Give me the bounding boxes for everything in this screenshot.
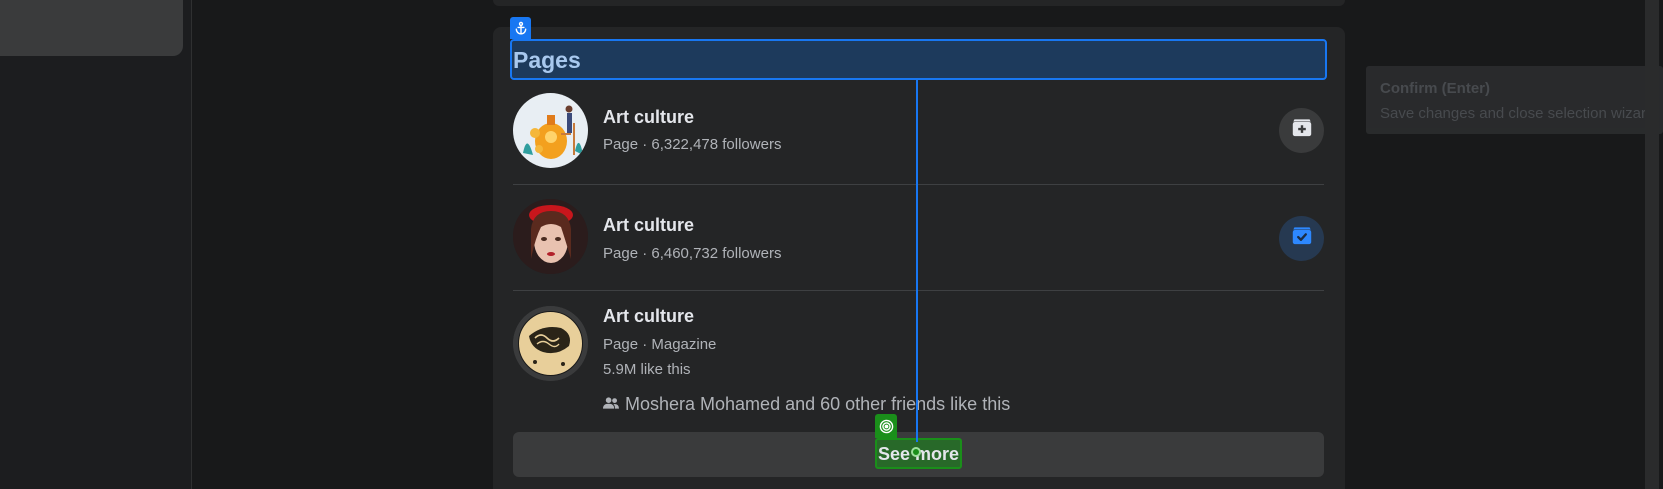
tooltip-title: Confirm (Enter) <box>1380 80 1490 97</box>
page-likes: 5.9M like this <box>603 361 691 378</box>
page-name[interactable]: Art culture <box>603 306 694 327</box>
tooltip-description: Save changes and close selection wizard. <box>1380 105 1659 122</box>
followed-check-icon <box>1289 223 1315 254</box>
follow-plus-icon <box>1289 115 1315 146</box>
list-item[interactable]: Art culture Page · 6,460,732 followers <box>513 199 1324 274</box>
target-icon <box>875 414 897 438</box>
connector-endpoint <box>911 447 921 457</box>
page-meta: Page · Magazine <box>603 336 717 353</box>
page-meta: Page · 6,460,732 followers <box>603 245 782 262</box>
mutual-friends-text: Moshera Mohamed and 60 other friends lik… <box>625 394 1011 414</box>
confirm-tooltip: Confirm (Enter) Save changes and close s… <box>1366 66 1663 134</box>
page-name[interactable]: Art culture <box>603 215 694 236</box>
divider <box>513 290 1324 291</box>
following-button[interactable] <box>1279 216 1324 261</box>
section-title: Pages <box>513 47 581 73</box>
page-avatar[interactable] <box>513 199 588 274</box>
selection-anchor-highlight[interactable] <box>510 39 1327 80</box>
page-meta: Page · 6,322,478 followers <box>603 136 782 153</box>
list-item[interactable]: Art culture Page · 6,322,478 followers <box>513 93 1324 168</box>
left-sidebar-card[interactable] <box>0 0 183 56</box>
page-avatar[interactable] <box>513 306 588 381</box>
divider <box>513 184 1324 185</box>
follow-button[interactable] <box>1279 108 1324 153</box>
mutual-friends: Moshera Mohamed and 60 other friends lik… <box>603 394 1010 415</box>
scrollbar[interactable] <box>1645 0 1659 489</box>
page-avatar[interactable] <box>513 93 588 168</box>
page-name[interactable]: Art culture <box>603 107 694 128</box>
selection-connector-line <box>916 80 918 442</box>
left-sidebar <box>0 0 192 489</box>
previous-card <box>493 0 1345 6</box>
people-icon <box>603 394 619 415</box>
anchor-icon <box>510 17 531 39</box>
